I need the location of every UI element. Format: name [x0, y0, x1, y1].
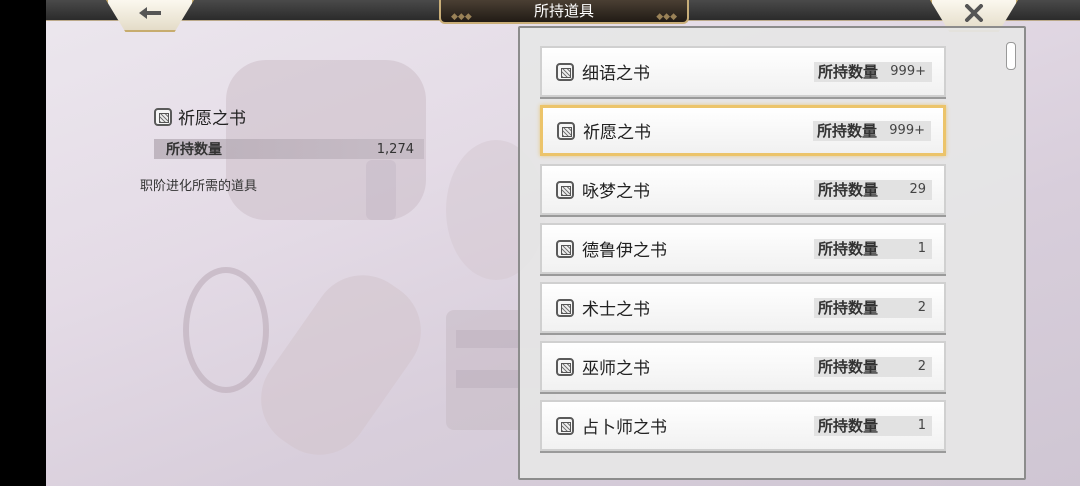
game-screen: ◆◆◆ 所持道具 ◆◆◆ 祈愿之书 所持数量 1,274 职阶进化所需的道具 细… [46, 0, 1080, 486]
book-icon [556, 416, 574, 435]
quantity-value: 2 [917, 359, 926, 374]
item-quantity: 所持数量 999+ [814, 61, 932, 82]
quantity-label: 所持数量 [166, 142, 222, 158]
item-detail-title: 祈愿之书 [154, 104, 454, 129]
item-name: 细语之书 [582, 64, 650, 84]
book-icon [556, 239, 574, 258]
item-name: 巫师之书 [582, 359, 650, 379]
item-name: 术士之书 [582, 300, 650, 320]
list-item[interactable]: 细语之书 所持数量 999+ [540, 46, 946, 97]
list-item[interactable]: 德鲁伊之书 所持数量 1 [540, 223, 946, 274]
back-button[interactable] [106, 0, 194, 32]
page-title: ◆◆◆ 所持道具 ◆◆◆ [439, 0, 689, 24]
close-icon [965, 4, 983, 22]
item-name: 德鲁伊之书 [582, 241, 667, 261]
item-name: 咏梦之书 [582, 182, 650, 202]
book-icon [556, 180, 574, 199]
list-item[interactable]: 咏梦之书 所持数量 29 [540, 164, 946, 215]
book-icon [557, 121, 575, 140]
list-item[interactable]: 占卜师之书 所持数量 1 [540, 400, 946, 451]
quantity-label: 所持数量 [818, 63, 879, 81]
book-icon [556, 62, 574, 81]
item-description: 职阶进化所需的道具 [140, 179, 258, 194]
page-title-text: 所持道具 [533, 2, 594, 20]
quantity-label: 所持数量 [818, 299, 879, 317]
item-name: 占卜师之书 [582, 418, 667, 438]
quantity-value: 1,274 [376, 141, 414, 157]
item-quantity: 所持数量 2 [814, 297, 932, 318]
list-item[interactable]: 术士之书 所持数量 2 [540, 282, 946, 333]
list-item[interactable]: 巫师之书 所持数量 2 [540, 341, 946, 392]
item-detail-name: 祈愿之书 [178, 109, 246, 129]
quantity-label: 所持数量 [818, 240, 879, 258]
quantity-label: 所持数量 [818, 417, 879, 435]
item-list-panel[interactable]: 细语之书 所持数量 999+ 祈愿之书 所持数量 999+ 咏梦之书 所持数量 29 德鲁伊之书所… [518, 26, 1026, 480]
item-quantity: 所持数量 1 [814, 238, 932, 259]
item-quantity: 所持数量 29 [814, 179, 932, 200]
quantity-label: 所持数量 [818, 181, 879, 199]
item-name: 祈愿之书 [583, 123, 651, 143]
title-ornament-left: ◆◆◆ [451, 12, 472, 22]
item-detail-quantity: 所持数量 1,274 [154, 139, 424, 159]
item-quantity: 所持数量 999+ [813, 120, 931, 141]
arrow-left-icon [139, 7, 161, 19]
item-list: 细语之书 所持数量 999+ 祈愿之书 所持数量 999+ 咏梦之书 所持数量 29 德鲁伊之书所… [540, 46, 946, 459]
item-quantity: 所持数量 2 [814, 356, 932, 377]
quantity-value: 1 [917, 418, 926, 433]
quantity-value: 2 [917, 300, 926, 315]
book-icon [556, 357, 574, 376]
quantity-label: 所持数量 [817, 122, 878, 140]
title-ornament-right: ◆◆◆ [656, 12, 677, 22]
item-quantity: 所持数量 1 [814, 415, 932, 436]
quantity-value: 999+ [889, 123, 925, 138]
quantity-label: 所持数量 [818, 358, 879, 376]
item-detail-panel: 祈愿之书 所持数量 1,274 职阶进化所需的道具 [140, 104, 454, 194]
scrollbar[interactable] [1006, 42, 1016, 70]
list-item[interactable]: 祈愿之书 所持数量 999+ [540, 105, 946, 156]
book-icon [556, 298, 574, 317]
quantity-value: 1 [917, 241, 926, 256]
quantity-value: 29 [909, 182, 926, 197]
book-icon [154, 107, 172, 126]
quantity-value: 999+ [890, 64, 926, 79]
